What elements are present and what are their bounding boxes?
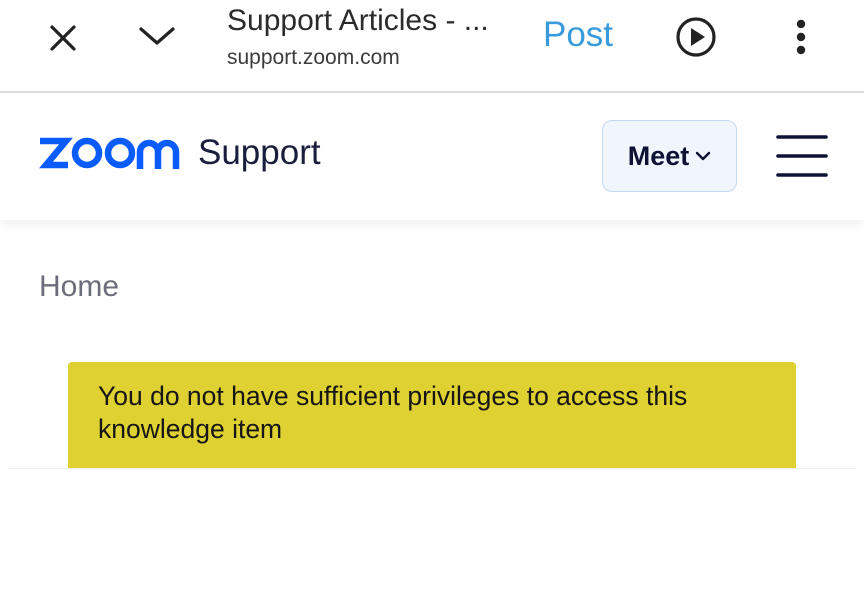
support-label: Support [198, 133, 321, 172]
page-url: support.zoom.com [227, 46, 400, 69]
breadcrumb-home[interactable]: Home [39, 268, 119, 306]
play-icon [676, 17, 716, 57]
more-options-button[interactable] [785, 14, 817, 60]
chevron-down-icon [696, 151, 711, 161]
browser-top-bar: Support Articles - ... support.zoom.com … [0, 0, 864, 93]
hamburger-icon [776, 135, 828, 177]
permission-alert: You do not have sufficient privileges to… [68, 362, 796, 469]
menu-button[interactable] [776, 133, 828, 179]
collapse-button[interactable] [130, 14, 184, 58]
page-title: Support Articles - ... [227, 4, 489, 37]
post-button[interactable]: Post [543, 14, 613, 56]
product-menu-button[interactable]: Meet [602, 120, 737, 192]
site-header: Support Meet [0, 93, 864, 220]
zoom-logo [39, 137, 180, 169]
alert-message: You do not have sufficient privileges to… [98, 381, 688, 444]
more-vertical-icon [796, 19, 806, 55]
divider [8, 468, 856, 469]
play-button[interactable] [672, 14, 720, 60]
close-button[interactable] [38, 16, 88, 60]
brand[interactable]: Support [38, 133, 321, 173]
product-menu-label: Meet [627, 140, 690, 171]
page-info: Support Articles - ... support.zoom.com [227, 2, 517, 72]
close-icon [50, 25, 76, 51]
chevron-down-icon [139, 27, 175, 45]
